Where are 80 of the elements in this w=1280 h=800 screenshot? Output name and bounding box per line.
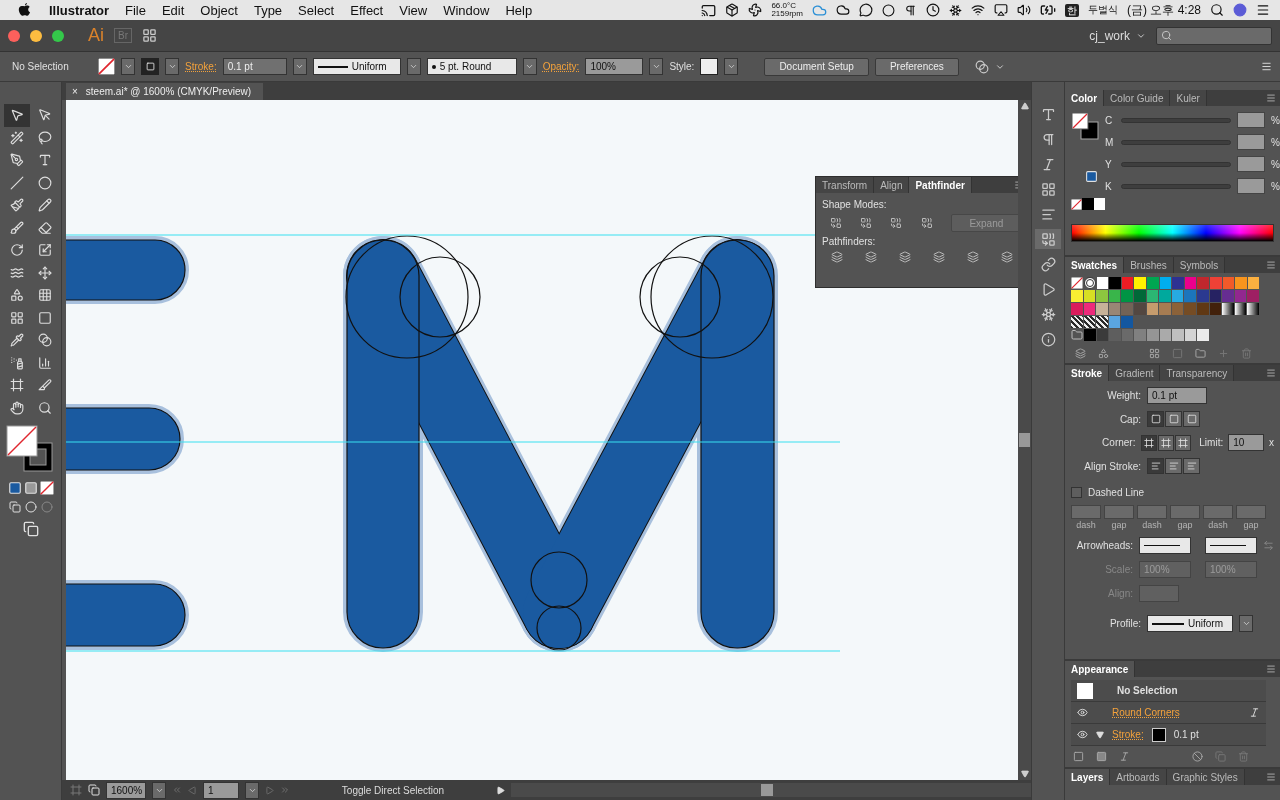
stroke-link[interactable]: Stroke: — [185, 61, 217, 72]
section-label: Pathfinders: — [822, 236, 877, 247]
document-title: steem.ai* @ 1600% (CMYK/Preview) — [85, 86, 252, 97]
panel-tab[interactable]: Pathfinder — [909, 177, 972, 193]
field-label: Arrowheads: — [1075, 540, 1133, 551]
field-label: Cap: — [1118, 413, 1141, 425]
toolbar-button[interactable]: Preferences — [874, 57, 959, 76]
field-label: Corner: — [1101, 437, 1136, 448]
panel-tab[interactable]: Layers — [1065, 769, 1111, 785]
menu-item[interactable]: Effect — [342, 2, 392, 18]
menu-item[interactable]: Object — [192, 2, 246, 18]
panel-tab[interactable]: Color — [1065, 90, 1105, 106]
percent-unit: % — [1271, 158, 1280, 170]
panel-tab[interactable]: Transparency — [1160, 365, 1235, 381]
menu-item[interactable]: Help — [497, 2, 541, 18]
workspace-switcher[interactable]: cj_work — [1089, 28, 1146, 43]
dash-label: gap — [1176, 520, 1194, 530]
limit-unit: x — [1269, 437, 1274, 448]
menu-item[interactable]: Select — [290, 2, 343, 18]
brush-field[interactable]: 5 pt. Round — [426, 58, 517, 75]
close-tab-glyph[interactable]: × — [72, 86, 78, 97]
panel-tab[interactable]: Gradient — [1109, 365, 1161, 381]
channel-label: Y — [1105, 158, 1113, 170]
field-label: Limit: — [1198, 437, 1224, 448]
appearance-link[interactable]: Stroke: — [1112, 729, 1144, 740]
panel-tab[interactable]: Symbols — [1173, 257, 1226, 273]
opacity-field[interactable]: 100% — [585, 58, 644, 75]
appearance-target: No Selection — [1117, 685, 1178, 696]
percent-unit: % — [1271, 136, 1280, 148]
opacity-link[interactable]: Opacity: — [542, 61, 580, 72]
input-badge[interactable]: 한 — [1065, 3, 1079, 17]
style-label: Style: — [669, 61, 695, 72]
stroke-weight-field[interactable]: 0.1 pt — [222, 58, 287, 75]
panel-tab[interactable]: Swatches — [1065, 257, 1125, 273]
panel-tab[interactable]: Stroke — [1065, 365, 1110, 381]
panel-tab[interactable]: Align — [874, 177, 910, 193]
dash-label: gap — [1110, 520, 1128, 530]
menu-item[interactable]: File — [116, 2, 154, 18]
field-label: Profile: — [1108, 618, 1141, 629]
limit-field[interactable]: 10 — [1228, 434, 1264, 451]
selection-label: No Selection — [12, 61, 70, 72]
dash-label: dash — [1207, 520, 1229, 530]
panel-tab[interactable]: Brushes — [1124, 257, 1174, 273]
dash-label: gap — [1242, 520, 1260, 530]
panel-tab[interactable]: Artboards — [1110, 769, 1167, 785]
weight-field[interactable]: 0.1 pt — [1147, 387, 1207, 404]
panel-tab[interactable]: Transform — [816, 177, 875, 193]
zoom-field[interactable]: 1600% — [106, 781, 146, 799]
input-source[interactable]: 두벌식 — [1088, 3, 1118, 17]
channel-label: K — [1105, 180, 1113, 192]
toolbar-button[interactable]: Document Setup — [764, 57, 869, 76]
field-label: Weight: — [1106, 390, 1141, 401]
panel-tab[interactable]: Kuler — [1170, 90, 1207, 106]
status-text: Toggle Direct Selection — [340, 784, 446, 796]
channel-label: M — [1105, 136, 1115, 148]
menu-clock[interactable]: (금) 오후 4:28 — [1127, 1, 1201, 19]
artboard-field[interactable]: 1 — [203, 781, 239, 799]
checkbox-label: Dashed Line — [1088, 487, 1145, 498]
field-label: Align Stroke: — [1083, 460, 1141, 472]
section-label: Shape Modes: — [822, 199, 888, 210]
appearance-link[interactable]: Round Corners — [1112, 707, 1180, 718]
panel-title: Appearance — [1065, 661, 1136, 677]
menu-item[interactable]: Window — [435, 2, 498, 18]
dash-label: dash — [1141, 520, 1163, 530]
document-tab[interactable]: × steem.ai* @ 1600% (CMYK/Preview) — [66, 83, 264, 100]
panel-tab[interactable]: Color Guide — [1104, 90, 1171, 106]
percent-unit: % — [1271, 114, 1280, 126]
channel-label: C — [1105, 114, 1114, 126]
appearance-value: 0.1 pt — [1173, 729, 1199, 740]
profile-field[interactable]: Uniform — [312, 58, 401, 75]
percent-unit: % — [1271, 180, 1280, 192]
menu-item[interactable]: Type — [245, 2, 291, 18]
menu-item[interactable]: View — [391, 2, 436, 18]
dash-label: dash — [1075, 520, 1097, 530]
app-logo: Ai — [88, 25, 104, 46]
app-menu[interactable]: Illustrator — [41, 2, 117, 18]
profile-field[interactable]: Uniform — [1147, 615, 1233, 632]
fan-reading: 66.0°C 2159rpm — [771, 2, 803, 18]
menu-item[interactable]: Edit — [153, 2, 193, 18]
panel-tab[interactable]: Graphic Styles — [1166, 769, 1245, 785]
